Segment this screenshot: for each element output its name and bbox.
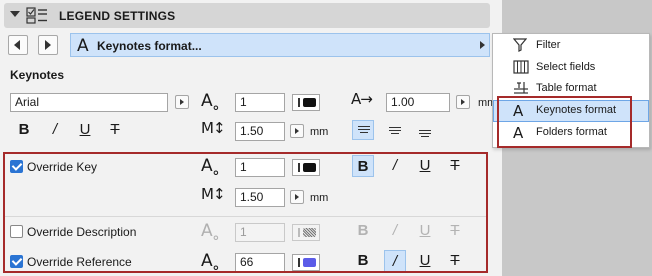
legend-settings-header[interactable]: LEGEND SETTINGS — [4, 3, 490, 28]
text-size-icon: A→ — [351, 90, 373, 108]
menu-item-filter[interactable]: Filter — [493, 35, 649, 57]
line-spacing-arrow-button[interactable] — [290, 124, 304, 138]
columns-icon — [513, 60, 529, 76]
next-button[interactable] — [38, 35, 58, 55]
arrow-right-icon — [45, 40, 51, 50]
align-bottom-button[interactable] — [414, 120, 436, 140]
keynotes-format-icon: A — [77, 36, 89, 56]
header-title: LEGEND SETTINGS — [59, 9, 176, 23]
align-middle-button[interactable] — [384, 120, 406, 140]
menu-item-label: Select fields — [536, 61, 596, 73]
format-selector[interactable]: A Keynotes format... — [70, 33, 490, 57]
pen-field[interactable]: 1 — [235, 93, 285, 112]
menu-item-label: Filter — [536, 39, 561, 51]
italic-button[interactable]: / — [44, 119, 66, 141]
underline-button[interactable]: U — [74, 119, 96, 141]
line-spacing-icon: M↕ — [201, 119, 225, 137]
section-title: Keynotes — [10, 68, 65, 82]
arrow-left-icon — [14, 40, 20, 50]
menu-item-label: Table format — [536, 82, 597, 94]
submenu-arrow-icon — [480, 41, 485, 49]
legend-settings-icon — [26, 7, 48, 24]
font-arrow-button[interactable] — [175, 95, 189, 109]
pen-color-swatch[interactable] — [292, 94, 320, 111]
font-field[interactable]: Arial — [10, 93, 168, 112]
menu-item-select-fields[interactable]: Select fields — [493, 57, 649, 79]
collapse-triangle-icon[interactable] — [10, 11, 20, 17]
line-spacing-field[interactable]: 1.50 — [235, 122, 285, 141]
format-selector-label: Keynotes format... — [97, 39, 202, 53]
bold-button[interactable]: B — [13, 119, 35, 141]
prev-button[interactable] — [8, 35, 28, 55]
table-format-icon — [513, 81, 529, 97]
filter-icon — [512, 38, 529, 54]
line-spacing-unit: mm — [310, 126, 329, 138]
pen-weight-icon: A˳ — [201, 91, 220, 111]
text-size-field[interactable]: 1.00 — [386, 93, 450, 112]
menu-highlight-box — [497, 96, 632, 148]
text-size-arrow-button[interactable] — [456, 95, 470, 109]
align-top-button[interactable] — [352, 120, 374, 140]
override-highlight-box — [3, 152, 488, 273]
strikethrough-button[interactable]: T — [104, 119, 126, 141]
